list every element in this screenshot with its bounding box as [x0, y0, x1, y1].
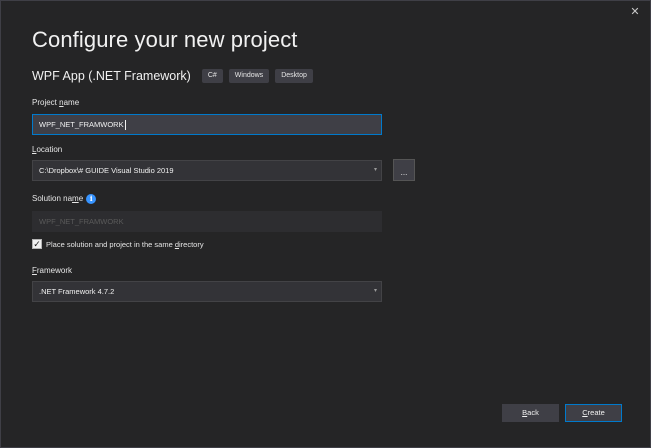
framework-combobox[interactable]: .NET Framework 4.7.2 ▾: [32, 281, 382, 302]
back-button[interactable]: Back: [502, 404, 559, 422]
project-name-value: WPF_NET_FRAMWORK: [39, 120, 124, 129]
solution-name-value: WPF_NET_FRAMWORK: [39, 217, 124, 226]
solution-name-label: Solution name i: [32, 194, 97, 204]
project-name-label: Project name: [32, 98, 80, 107]
tag-platform: Windows: [228, 69, 270, 83]
tag-project-type: Desktop: [275, 69, 313, 83]
text-caret: [124, 120, 126, 131]
same-directory-checkbox[interactable]: ✓: [32, 239, 42, 249]
framework-label: Framework: [32, 266, 73, 275]
browse-location-button[interactable]: ...: [393, 159, 415, 181]
create-button[interactable]: Create: [565, 404, 622, 422]
configure-project-dialog: ✕ Configure your new project WPF App (.N…: [0, 0, 651, 448]
page-title: Configure your new project: [32, 27, 298, 52]
same-directory-label: Place solution and project in the same d…: [46, 239, 204, 249]
chevron-down-icon[interactable]: ▾: [374, 282, 377, 301]
tag-language: C#: [201, 69, 223, 83]
chevron-down-icon[interactable]: ▾: [374, 161, 377, 180]
framework-value: .NET Framework 4.7.2: [39, 287, 115, 296]
location-combobox[interactable]: C:\Dropbox\# GUIDE Visual Studio 2019 ▾: [32, 160, 382, 181]
info-icon[interactable]: i: [86, 194, 97, 204]
same-directory-option[interactable]: ✓ Place solution and project in the same…: [32, 239, 204, 249]
close-icon[interactable]: ✕: [628, 5, 642, 19]
location-value: C:\Dropbox\# GUIDE Visual Studio 2019: [39, 166, 174, 175]
location-label: Location: [32, 145, 63, 154]
solution-name-input: WPF_NET_FRAMWORK: [32, 211, 382, 232]
template-summary: WPF App (.NET Framework) C# Windows Desk…: [32, 69, 313, 83]
project-name-input[interactable]: WPF_NET_FRAMWORK: [32, 114, 382, 135]
template-name: WPF App (.NET Framework): [32, 69, 191, 83]
